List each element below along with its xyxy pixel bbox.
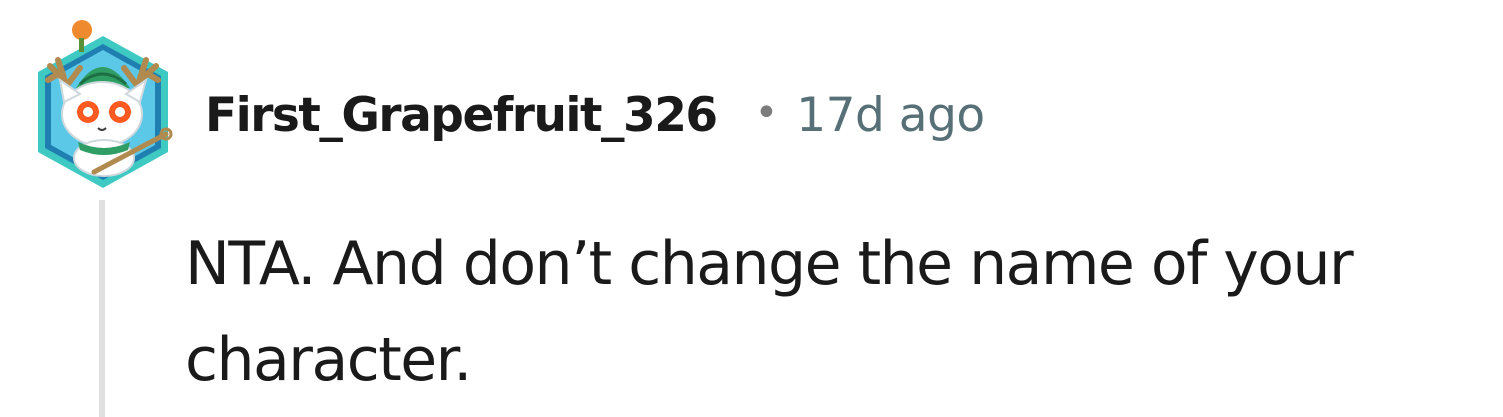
- thread-collapse-line[interactable]: [99, 200, 105, 417]
- comment-meta: First_Grapefruit_326 • 17d ago: [205, 80, 985, 150]
- meta-separator: •: [754, 90, 779, 136]
- comment-timestamp[interactable]: 17d ago: [796, 88, 985, 143]
- snoo-avatar-deer-antlers-icon: [38, 20, 173, 188]
- comment-body: NTA. And don’t change the name of your c…: [185, 229, 1354, 395]
- user-avatar[interactable]: [28, 14, 178, 192]
- comment: First_Grapefruit_326 • 17d ago NTA. And …: [0, 0, 1503, 417]
- comment-author-link[interactable]: First_Grapefruit_326: [205, 88, 718, 143]
